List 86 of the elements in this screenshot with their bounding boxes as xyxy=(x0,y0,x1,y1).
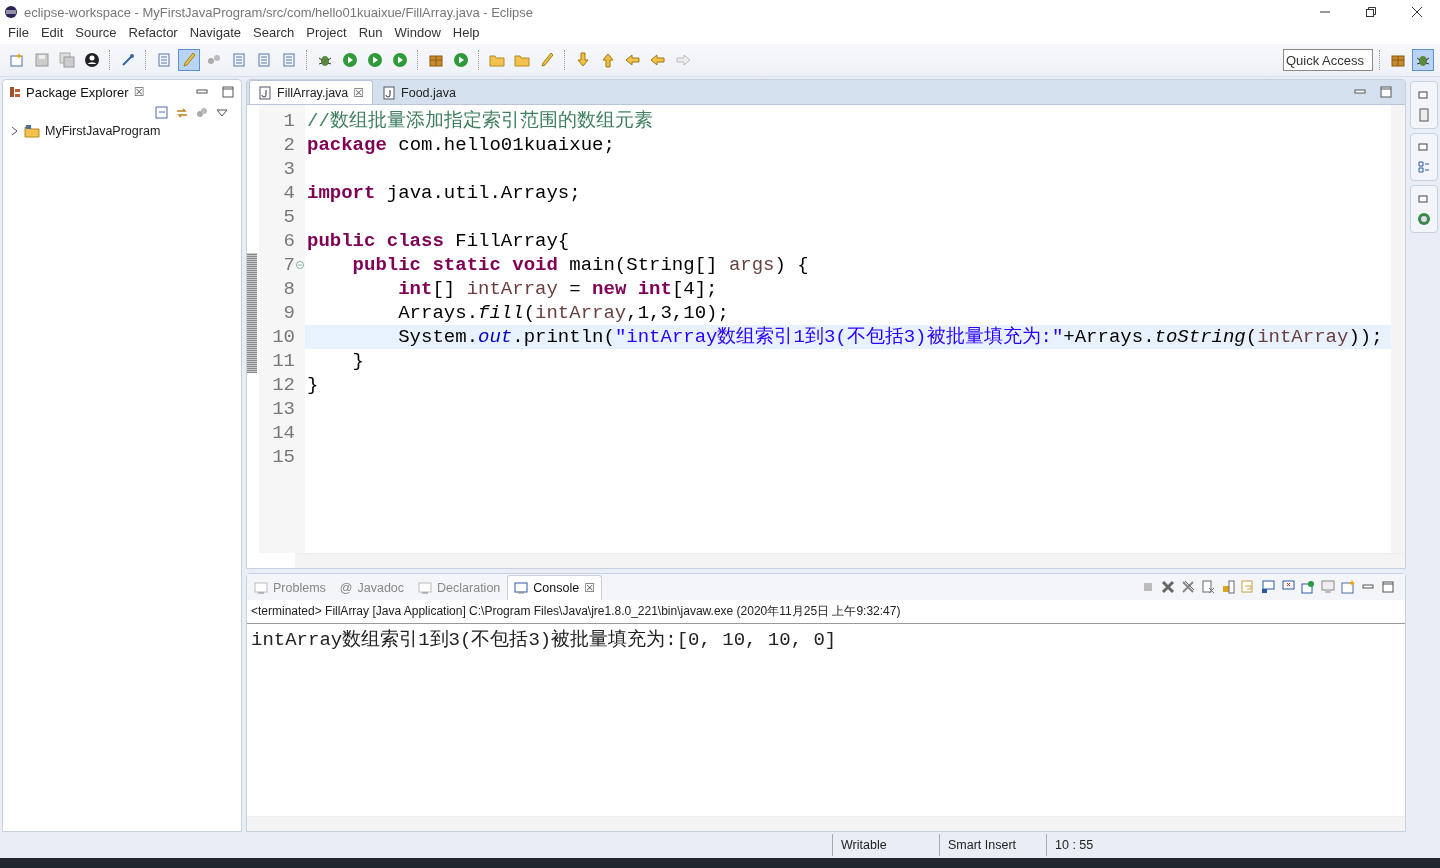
status-text: 10 : 55 xyxy=(1046,834,1143,856)
menu-item[interactable]: File xyxy=(2,24,35,44)
remove-all-icon[interactable] xyxy=(1181,580,1195,594)
menu-item[interactable]: Project xyxy=(300,24,353,44)
restore-icon[interactable] xyxy=(1417,192,1431,206)
status-text: Writable xyxy=(832,834,939,856)
code-line: public static void main(String[] args) { xyxy=(351,254,809,276)
task-list-icon[interactable] xyxy=(1417,160,1431,174)
code-line: System.out.println("intArray数组索引1到3(不包括3)被批量填充为:"+Arrays.toString(intArray)); xyxy=(397,326,1383,348)
close-tab-button[interactable]: ☒ xyxy=(133,85,145,99)
menu-item[interactable]: Search xyxy=(247,24,301,44)
line-number: 2 xyxy=(282,133,295,157)
panel-tab[interactable]: Console ☒ xyxy=(507,575,602,600)
restore-icon[interactable] xyxy=(1417,88,1431,102)
menu-item[interactable]: Run xyxy=(352,24,389,44)
collapsed-icon[interactable] xyxy=(11,126,19,136)
view-icon xyxy=(418,581,433,595)
console-icon xyxy=(514,581,529,595)
close-tab-button[interactable]: ☒ xyxy=(584,581,595,595)
link-icon[interactable] xyxy=(175,106,189,120)
menu-item[interactable]: Navigate xyxy=(183,24,247,44)
menu-item[interactable]: Refactor xyxy=(122,24,184,44)
word-wrap-icon[interactable] xyxy=(1241,580,1255,594)
line-number: 13 xyxy=(271,397,295,421)
menu-item[interactable]: Help xyxy=(446,24,486,44)
code-line: int[] intArray = new int[4]; xyxy=(397,278,718,300)
menu-item[interactable]: Source xyxy=(69,24,123,44)
code-line: } xyxy=(307,374,319,396)
vertical-scrollbar[interactable] xyxy=(1391,105,1405,553)
remove-icon[interactable] xyxy=(1161,580,1175,594)
quick-access-field[interactable]: Quick Access xyxy=(1283,49,1373,71)
package-explorer-icon xyxy=(9,86,21,98)
view-icon xyxy=(254,581,268,595)
collapse-all-icon[interactable] xyxy=(155,106,169,120)
code-line: public class FillArray{ xyxy=(307,230,570,252)
code-line: import java.util.Arrays; xyxy=(307,182,581,204)
line-number: 8 xyxy=(282,277,295,301)
line-number: 3 xyxy=(282,157,295,181)
code-line: //数组批量添加指定索引范围的数组元素 xyxy=(307,110,653,132)
display-console-icon[interactable] xyxy=(1321,580,1335,594)
show-output-icon[interactable] xyxy=(1261,580,1275,594)
line-number: 6 xyxy=(282,229,295,253)
restore-icon[interactable] xyxy=(1417,140,1431,154)
line-number: 4 xyxy=(282,181,295,205)
maximize-icon[interactable] xyxy=(1381,580,1395,594)
close-icon xyxy=(1412,7,1422,17)
pin-console-icon[interactable] xyxy=(1301,580,1315,594)
restore-icon xyxy=(1366,7,1376,17)
horizontal-scrollbar[interactable] xyxy=(247,816,1405,831)
filter-icon[interactable] xyxy=(195,106,209,120)
new-console-icon[interactable] xyxy=(1341,580,1355,594)
java-file-icon xyxy=(382,85,397,100)
clear-console-icon[interactable] xyxy=(1201,580,1215,594)
line-number: 12 xyxy=(271,373,295,397)
status-text: Smart Insert xyxy=(939,834,1046,856)
menu-item[interactable]: Window xyxy=(388,24,447,44)
line-number: 14 xyxy=(271,421,295,445)
console-header: <terminated> FillArray [Java Application] C:\Program Files\Java\jre1.8.0_221\bin\javaw.exe (2020年11月25日 上午9:32:47) xyxy=(247,600,1405,624)
tree-item[interactable]: MyFirstJavaProgram xyxy=(3,122,241,140)
close-tab-button[interactable]: ☒ xyxy=(353,85,365,100)
line-number: 1 xyxy=(282,109,295,133)
fold-icon[interactable] xyxy=(296,261,304,269)
outline-icon[interactable] xyxy=(1417,108,1431,122)
console-output: intArray数组索引1到3(不包括3)被批量填充为:[0, 10, 10, 0] xyxy=(251,629,837,651)
scroll-lock-icon[interactable] xyxy=(1221,580,1235,594)
line-number: 11 xyxy=(271,349,295,373)
code-line: Arrays.fill(intArray,1,3,10); xyxy=(397,302,729,324)
stop-icon[interactable] xyxy=(1141,580,1155,594)
maximize-icon[interactable] xyxy=(221,85,235,99)
line-number: 9 xyxy=(282,301,295,325)
code-line: package com.hello01kuaixue; xyxy=(307,134,615,156)
menu-item[interactable]: Edit xyxy=(34,24,70,44)
window-title: eclipse-workspace - MyFirstJavaProgram/src/com/hello01kuaixue/FillArray.java - Eclipse xyxy=(24,4,534,20)
line-number: 15 xyxy=(271,445,295,469)
line-number: 5 xyxy=(282,205,295,229)
line-number: 7 xyxy=(282,253,295,277)
eclipse-logo-icon xyxy=(4,5,18,19)
java-file-icon xyxy=(258,85,272,100)
horizontal-scrollbar[interactable] xyxy=(295,553,1405,568)
line-number: 10 xyxy=(271,325,295,349)
view-title: Package Explorer xyxy=(26,84,129,100)
editor-tab[interactable]: FillArray.java ☒ xyxy=(249,80,374,104)
project-folder-icon xyxy=(24,124,40,138)
editor-tab[interactable]: Food.java xyxy=(373,80,465,104)
code-line: } xyxy=(351,350,364,372)
maximize-icon[interactable] xyxy=(1379,85,1393,99)
